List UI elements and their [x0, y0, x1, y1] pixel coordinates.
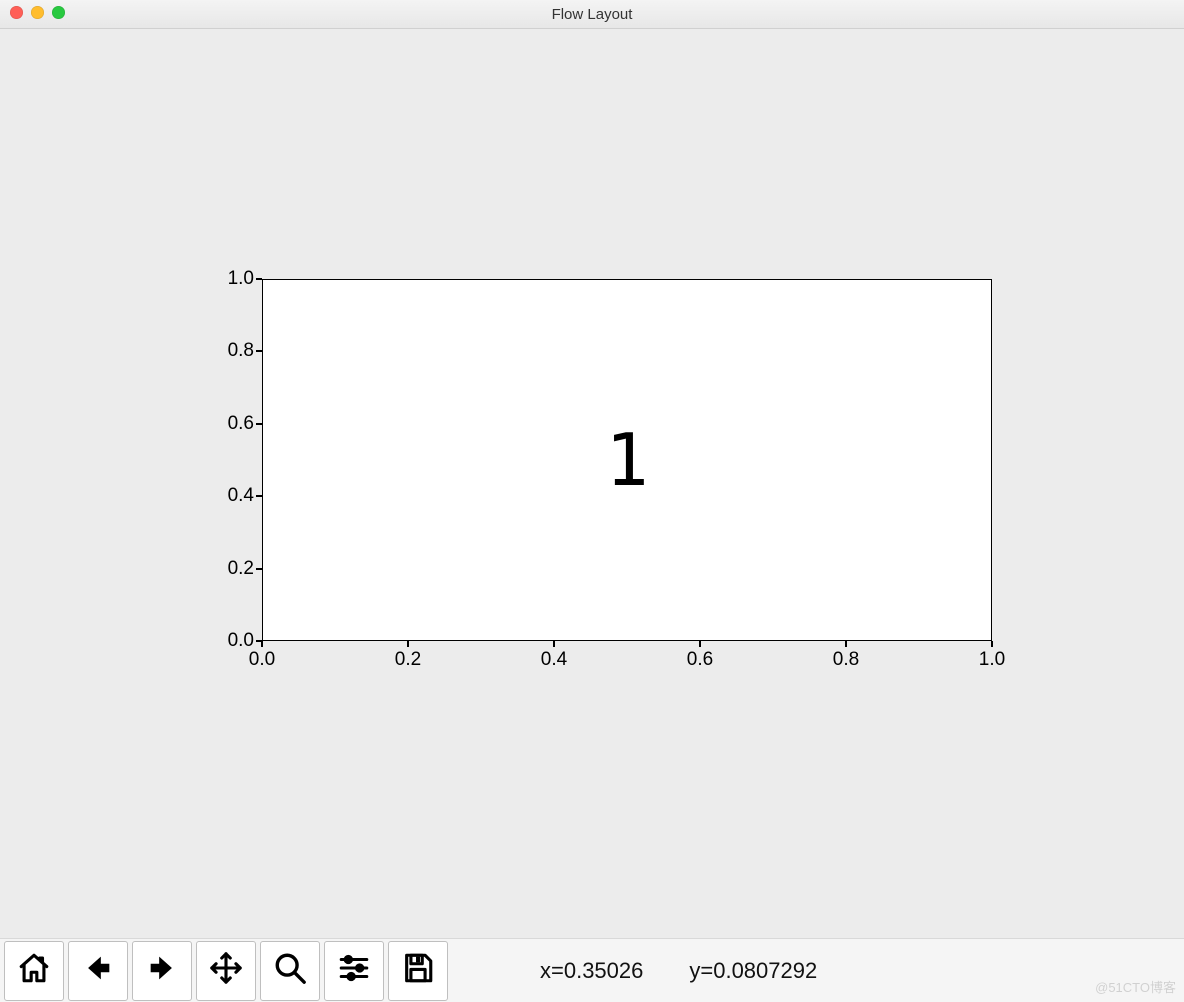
zoom-button[interactable]	[260, 941, 320, 1001]
x-tick-mark	[699, 641, 701, 647]
y-tick-label: 0.2	[194, 558, 254, 580]
arrow-right-icon	[145, 951, 179, 990]
close-window-button[interactable]	[10, 6, 23, 19]
y-tick-label: 0.6	[194, 413, 254, 435]
minimize-window-button[interactable]	[31, 6, 44, 19]
maximize-window-button[interactable]	[52, 6, 65, 19]
configure-subplots-button[interactable]	[324, 941, 384, 1001]
axes[interactable]: 1	[262, 279, 992, 641]
forward-button[interactable]	[132, 941, 192, 1001]
y-tick-mark	[256, 423, 262, 425]
watermark-text: @51CTO博客	[1095, 977, 1176, 996]
navigation-toolbar: x=0.35026 y=0.0807292 @51CTO博客	[0, 938, 1184, 1002]
home-button[interactable]	[4, 941, 64, 1001]
figure-canvas[interactable]: 1 0.0 0.2 0.4 0.6 0.8 1.0 0.0 0.2 0.4 0.…	[0, 29, 1184, 939]
save-icon	[401, 951, 435, 990]
x-tick-mark	[845, 641, 847, 647]
x-tick-mark	[261, 641, 263, 647]
cursor-coordinate-readout: x=0.35026 y=0.0807292	[540, 958, 817, 984]
x-tick-mark	[991, 641, 993, 647]
y-tick-mark	[256, 568, 262, 570]
sliders-icon	[337, 951, 371, 990]
save-button[interactable]	[388, 941, 448, 1001]
zoom-icon	[273, 951, 307, 990]
x-tick-label: 0.0	[249, 649, 275, 671]
window-traffic-lights	[10, 6, 65, 19]
x-tick-mark	[553, 641, 555, 647]
pan-button[interactable]	[196, 941, 256, 1001]
x-tick-label: 0.4	[541, 649, 567, 671]
titlebar: Flow Layout	[0, 0, 1184, 29]
y-tick-label: 0.0	[194, 630, 254, 652]
y-tick-mark	[256, 350, 262, 352]
y-tick-label: 0.8	[194, 340, 254, 362]
home-icon	[17, 951, 51, 990]
y-tick-label: 1.0	[194, 268, 254, 290]
back-button[interactable]	[68, 941, 128, 1001]
x-tick-label: 1.0	[979, 649, 1005, 671]
plot-area: 1 0.0 0.2 0.4 0.6 0.8 1.0 0.0 0.2 0.4 0.…	[172, 269, 1012, 699]
x-tick-label: 0.2	[395, 649, 421, 671]
move-icon	[209, 951, 243, 990]
arrow-left-icon	[81, 951, 115, 990]
cursor-x-value: x=0.35026	[540, 958, 643, 984]
x-tick-mark	[407, 641, 409, 647]
y-tick-mark	[256, 495, 262, 497]
axes-annotation: 1	[605, 424, 648, 496]
y-tick-mark	[256, 278, 262, 280]
x-tick-label: 0.8	[833, 649, 859, 671]
window-title: Flow Layout	[552, 6, 633, 23]
cursor-y-value: y=0.0807292	[689, 958, 817, 984]
x-tick-label: 0.6	[687, 649, 713, 671]
y-tick-label: 0.4	[194, 485, 254, 507]
